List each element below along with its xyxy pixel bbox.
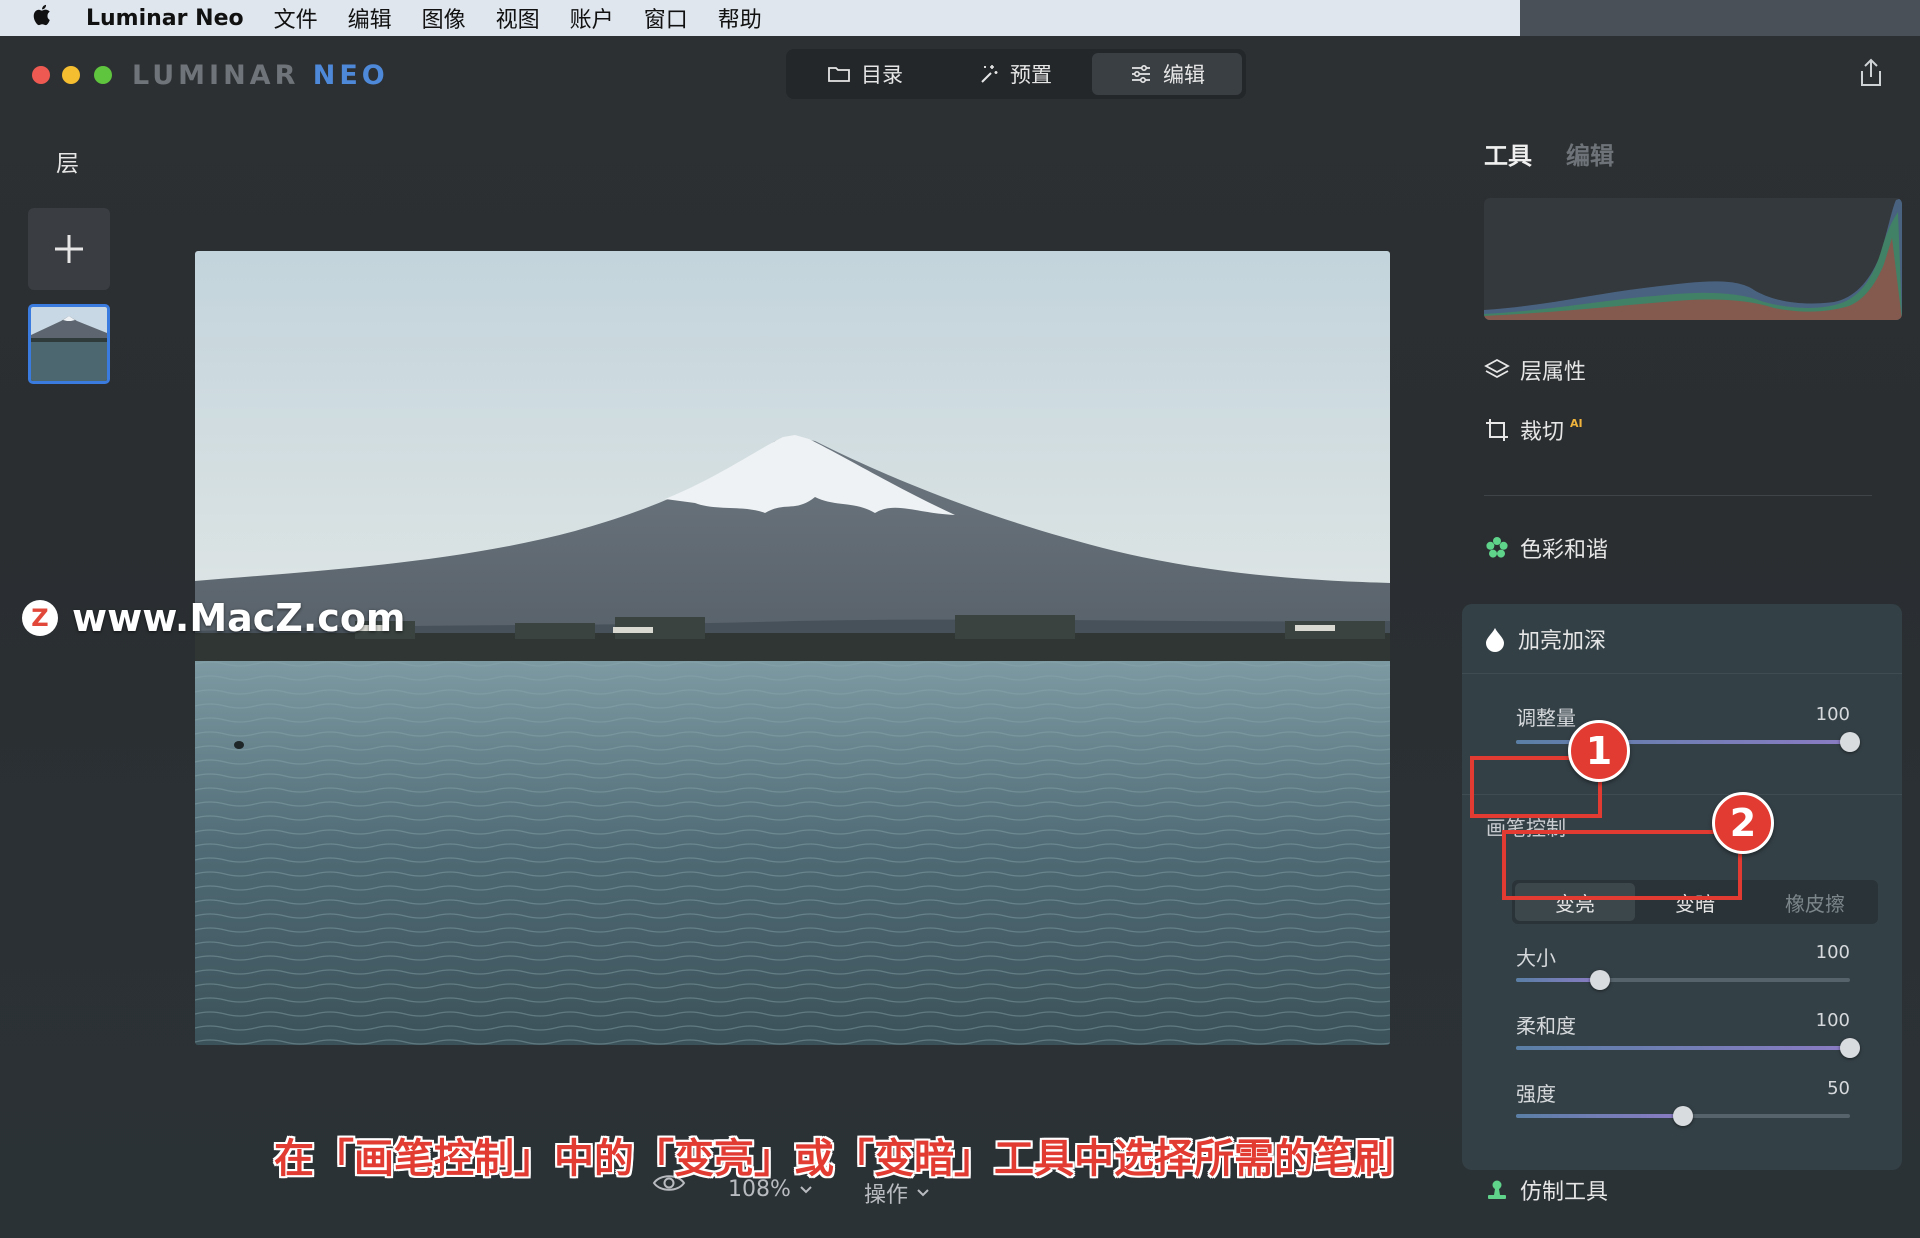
- menu-image[interactable]: 图像: [422, 2, 466, 34]
- tab-edits[interactable]: 编辑: [1566, 136, 1614, 171]
- logo-luminar: LUMINAR: [132, 60, 313, 91]
- amount-slider[interactable]: [1516, 732, 1860, 752]
- softness-value: 100: [1815, 1010, 1850, 1031]
- folder-icon: [828, 67, 850, 82]
- tool-layer-properties[interactable]: 层属性: [1484, 354, 1586, 386]
- tool-crop-label: 裁切: [1520, 420, 1565, 445]
- tool-color-harmony-label: 色彩和谐: [1520, 538, 1609, 563]
- mode-eraser-button[interactable]: 橡皮擦: [1755, 883, 1875, 921]
- mount-fuji-photo: [195, 251, 1390, 1045]
- zoom-window-button[interactable]: [94, 66, 112, 84]
- chevron-down-icon: [917, 1189, 929, 1197]
- menu-file[interactable]: 文件: [274, 2, 318, 34]
- watermark-text: www.MacZ.com: [72, 596, 406, 640]
- tab-tools[interactable]: 工具: [1484, 136, 1532, 171]
- softness-slider-fill: [1516, 1046, 1850, 1050]
- tab-edit-label: 编辑: [1163, 63, 1205, 87]
- app-logo: LUMINAR NEO: [132, 60, 389, 91]
- desktop-strip: [1520, 0, 1920, 36]
- tab-catalog[interactable]: 目录: [790, 53, 940, 95]
- watermark: Z www.MacZ.com: [22, 596, 406, 640]
- flower-icon: [1486, 537, 1508, 558]
- amount-label: 调整量: [1516, 706, 1576, 730]
- strength-value: 50: [1827, 1078, 1850, 1099]
- magic-wand-icon: [981, 65, 998, 83]
- histogram: [1484, 198, 1902, 320]
- share-icon[interactable]: [1858, 58, 1884, 88]
- tool-crop[interactable]: 裁切 AI: [1484, 414, 1583, 446]
- layer-thumbnail-image: [31, 307, 107, 381]
- tool-clone[interactable]: 仿制工具: [1484, 1174, 1608, 1206]
- annotation-marker-2: 2: [1712, 792, 1774, 854]
- dodge-burn-title: 加亮加深: [1518, 628, 1607, 654]
- menu-window[interactable]: 窗口: [644, 2, 688, 34]
- stamp-icon: [1488, 1180, 1506, 1199]
- menu-app-name[interactable]: Luminar Neo: [86, 6, 244, 31]
- size-slider[interactable]: [1516, 970, 1850, 990]
- app-window: LUMINAR NEO 目录 预置 编辑 层 Z www.MacZ.com 10…: [0, 36, 1920, 1238]
- strength-label: 强度: [1516, 1082, 1556, 1106]
- layers-title: 层: [56, 151, 79, 177]
- chevron-down-icon: [800, 1185, 812, 1193]
- dodge-burn-header[interactable]: 加亮加深: [1462, 604, 1902, 674]
- histogram-graph: [1484, 198, 1902, 320]
- size-slider-fill: [1516, 978, 1600, 982]
- strength-slider-fill: [1516, 1114, 1683, 1118]
- tab-presets-label: 预置: [1010, 63, 1052, 87]
- size-label: 大小: [1516, 946, 1556, 970]
- crop-icon: [1486, 419, 1508, 441]
- sliders-icon: [1132, 64, 1150, 84]
- tools-divider: [1484, 495, 1872, 496]
- annotation-box-brush-modes: [1502, 830, 1742, 900]
- layer-thumbnail[interactable]: [28, 304, 110, 384]
- strength-slider-knob[interactable]: [1673, 1106, 1693, 1126]
- softness-slider[interactable]: [1516, 1038, 1860, 1058]
- tab-presets[interactable]: 预置: [940, 53, 1088, 95]
- watermark-logo: Z: [22, 600, 58, 636]
- title-bar: LUMINAR NEO 目录 预置 编辑: [0, 36, 1920, 110]
- size-value: 100: [1815, 942, 1850, 963]
- strength-slider[interactable]: [1516, 1106, 1850, 1126]
- tutorial-caption: 在「画笔控制」中的「变亮」或「变暗」工具中选择所需的笔刷: [274, 1136, 1394, 1182]
- tool-clone-label: 仿制工具: [1520, 1180, 1609, 1205]
- softness-label: 柔和度: [1516, 1014, 1576, 1038]
- softness-slider-knob[interactable]: [1840, 1038, 1860, 1058]
- annotation-marker-1: 1: [1568, 720, 1630, 782]
- tool-color-harmony[interactable]: 色彩和谐: [1484, 532, 1608, 564]
- menu-bar: Luminar Neo 文件 编辑 图像 视图 账户 窗口 帮助: [0, 0, 1520, 36]
- amount-slider-fill: [1516, 740, 1850, 744]
- amount-slider-knob[interactable]: [1840, 732, 1860, 752]
- ai-badge: AI: [1570, 416, 1583, 430]
- add-layer-button[interactable]: [28, 208, 110, 290]
- minimize-window-button[interactable]: [62, 66, 80, 84]
- layers-icon: [1484, 358, 1510, 379]
- amount-value: 100: [1815, 704, 1850, 725]
- menu-account[interactable]: 账户: [570, 2, 614, 34]
- tab-edit[interactable]: 编辑: [1092, 53, 1242, 95]
- menu-help[interactable]: 帮助: [718, 2, 762, 34]
- photo-canvas[interactable]: [195, 251, 1390, 1045]
- close-window-button[interactable]: [32, 66, 50, 84]
- size-slider-knob[interactable]: [1589, 970, 1610, 990]
- drop-icon: [1486, 627, 1504, 652]
- tab-catalog-label: 目录: [861, 63, 903, 87]
- mode-tabs: 目录 预置 编辑: [786, 49, 1246, 99]
- menu-edit[interactable]: 编辑: [348, 2, 392, 34]
- logo-neo: NEO: [312, 60, 389, 91]
- menu-view[interactable]: 视图: [496, 2, 540, 34]
- apple-icon[interactable]: [32, 3, 62, 33]
- plus-icon: [55, 235, 83, 263]
- tool-layer-properties-label: 层属性: [1520, 360, 1587, 385]
